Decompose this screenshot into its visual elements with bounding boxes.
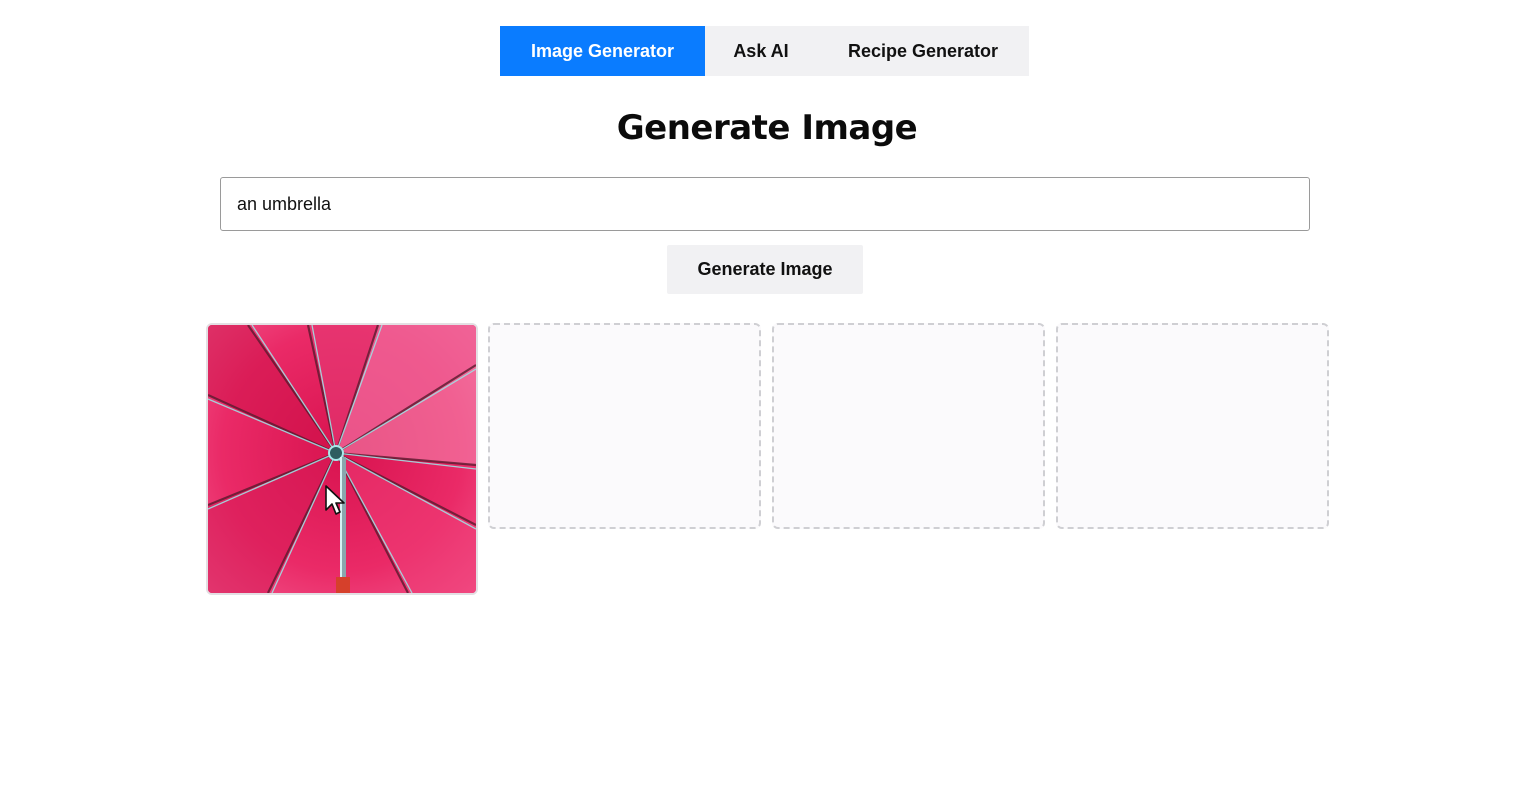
mouse-cursor-icon: [325, 485, 345, 515]
image-placeholder-4: [1056, 323, 1329, 529]
image-placeholder-2: [488, 323, 761, 529]
tab-recipe-generator[interactable]: Recipe Generator: [817, 26, 1029, 76]
page-title: Generate Image: [616, 108, 918, 148]
umbrella-image: [208, 325, 476, 593]
tab-ask-ai[interactable]: Ask AI: [705, 26, 817, 76]
tab-bar: Image Generator Ask AI Recipe Generator: [500, 26, 1029, 76]
prompt-input[interactable]: [220, 177, 1310, 231]
generate-image-button[interactable]: Generate Image: [667, 245, 863, 294]
generated-image-1[interactable]: [206, 323, 478, 595]
image-generator-page: Image Generator Ask AI Recipe Generator …: [0, 0, 1534, 791]
tab-image-generator[interactable]: Image Generator: [500, 26, 705, 76]
image-placeholder-3: [772, 323, 1045, 529]
